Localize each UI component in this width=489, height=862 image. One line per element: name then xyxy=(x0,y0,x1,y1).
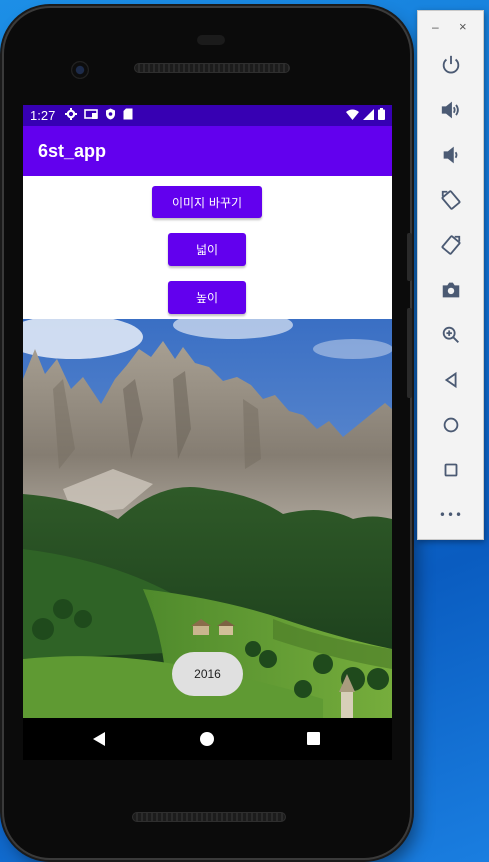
signal-status-icon xyxy=(363,108,374,123)
phone-volume-key[interactable] xyxy=(407,308,412,398)
status-bar: 1:27 xyxy=(23,105,392,126)
cast-status-icon xyxy=(84,108,99,123)
height-button[interactable]: 높이 xyxy=(168,281,246,314)
battery-status-icon xyxy=(378,108,385,123)
status-time: 1:27 xyxy=(30,108,56,123)
emulator-toolbar: – × ••• xyxy=(417,10,484,540)
nav-recents-icon[interactable] xyxy=(307,732,320,745)
change-image-button[interactable]: 이미지 바꾸기 xyxy=(152,186,262,218)
rotate-left-icon[interactable] xyxy=(435,184,467,216)
nav-home-icon[interactable] xyxy=(200,732,214,746)
toolbar-window-controls: – × xyxy=(418,17,483,37)
volume-down-icon[interactable] xyxy=(435,139,467,171)
navigation-bar xyxy=(23,718,392,760)
power-icon[interactable] xyxy=(435,49,467,81)
rotate-right-icon[interactable] xyxy=(435,229,467,261)
zoom-in-icon[interactable] xyxy=(435,319,467,351)
earpiece xyxy=(197,35,225,45)
toast-message: 2016 xyxy=(172,652,243,696)
top-speaker xyxy=(134,63,290,73)
home-icon[interactable] xyxy=(435,409,467,441)
app-bar: 6st_app xyxy=(23,126,392,176)
device-screen: 1:27 6st_app 이미지 바꾸기 넓이 높이 2016 xyxy=(23,105,392,760)
back-icon[interactable] xyxy=(435,364,467,396)
sd-card-status-icon xyxy=(123,108,133,123)
camera-icon[interactable] xyxy=(435,274,467,306)
overview-icon[interactable] xyxy=(435,454,467,486)
minimize-button[interactable]: – xyxy=(432,20,439,34)
close-button[interactable]: × xyxy=(459,19,467,34)
more-icon[interactable]: ••• xyxy=(435,499,467,531)
app-title: 6st_app xyxy=(38,140,107,161)
bottom-speaker xyxy=(132,812,286,822)
width-button[interactable]: 넓이 xyxy=(168,233,246,266)
nav-back-icon[interactable] xyxy=(93,732,105,746)
settings-status-icon xyxy=(65,108,78,123)
volume-up-icon[interactable] xyxy=(435,94,467,126)
phone-power-key[interactable] xyxy=(407,233,412,281)
shield-status-icon xyxy=(105,108,116,123)
front-camera xyxy=(71,61,89,79)
wifi-status-icon xyxy=(346,109,359,123)
